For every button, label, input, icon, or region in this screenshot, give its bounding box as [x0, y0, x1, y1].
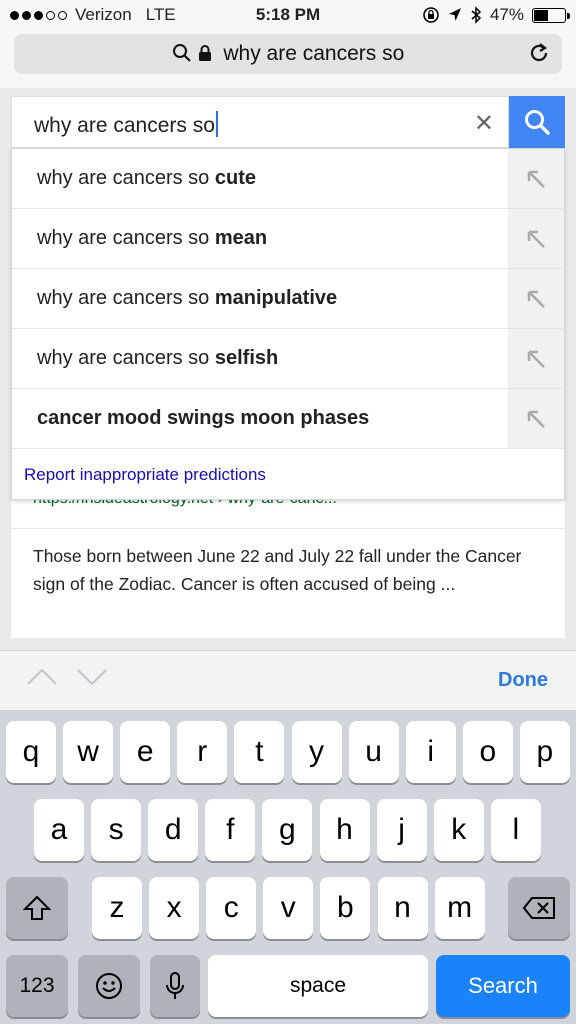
microphone-icon — [166, 972, 184, 999]
key-c[interactable]: c — [206, 877, 257, 939]
next-field-icon[interactable] — [76, 667, 108, 687]
address-bar[interactable]: why are cancers so — [14, 34, 562, 74]
key-e[interactable]: e — [120, 721, 171, 783]
key-p[interactable]: p — [519, 721, 570, 783]
lock-icon — [198, 45, 211, 61]
suggestion-item[interactable]: why are cancers so mean — [12, 209, 564, 269]
shift-key[interactable] — [6, 877, 68, 939]
key-n[interactable]: n — [377, 877, 428, 939]
suggestion-item[interactable]: why are cancers so manipulative — [12, 269, 564, 329]
key-y[interactable]: y — [291, 721, 342, 783]
suggestion-prefix: why are cancers so — [37, 287, 215, 309]
key-k[interactable]: k — [433, 799, 484, 861]
suggestion-completion: cancer mood swings moon phases — [37, 407, 370, 429]
status-bar: Verizon LTE 5:18 PM 47% — [0, 0, 576, 30]
fill-query-arrow-icon[interactable] — [508, 269, 564, 328]
suggestion-prefix: why are cancers so — [37, 347, 215, 369]
key-q[interactable]: q — [6, 721, 56, 783]
search-icon — [172, 44, 191, 62]
address-bar-text: why are cancers so — [223, 42, 405, 65]
key-r[interactable]: r — [177, 721, 228, 783]
key-i[interactable]: i — [405, 721, 456, 783]
reload-icon[interactable] — [528, 42, 550, 64]
text-cursor — [215, 111, 218, 137]
suggestions-dropdown: why are cancers so cute why are cancers … — [11, 148, 565, 500]
search-icon — [525, 110, 550, 135]
rotation-lock-icon — [423, 7, 439, 23]
emoji-icon — [96, 973, 122, 999]
key-a[interactable]: a — [34, 799, 84, 861]
suggestion-prefix: why are cancers so — [37, 167, 215, 189]
key-u[interactable]: u — [348, 721, 399, 783]
dictation-key[interactable] — [150, 955, 200, 1017]
search-button[interactable] — [509, 96, 565, 148]
backspace-icon — [522, 897, 555, 919]
previous-field-icon[interactable] — [26, 667, 58, 687]
suggestion-item[interactable]: why are cancers so selfish — [12, 329, 564, 389]
clear-icon[interactable]: ✕ — [474, 109, 494, 138]
search-input[interactable]: why are cancers so ✕ — [11, 96, 509, 148]
emoji-key[interactable] — [78, 955, 140, 1017]
result-snippet: Those born between June 22 and July 22 f… — [33, 546, 522, 594]
suggestion-completion: mean — [214, 227, 268, 249]
divider — [11, 528, 565, 529]
keyboard-accessory-bar: Done — [0, 650, 576, 710]
key-g[interactable]: g — [262, 799, 313, 861]
key-f[interactable]: f — [205, 799, 256, 861]
fill-query-arrow-icon[interactable] — [508, 149, 564, 208]
key-w[interactable]: w — [63, 721, 114, 783]
suggestion-completion: manipulative — [214, 287, 338, 309]
report-predictions-link[interactable]: Report inappropriate predictions — [24, 465, 266, 485]
fill-query-arrow-icon[interactable] — [508, 389, 564, 448]
shift-arrow-icon — [23, 895, 51, 920]
suggestion-item[interactable]: why are cancers so cute — [12, 149, 564, 209]
keyboard: qwertyuiop asdfghjkl zxcvbnm 123 space S… — [0, 710, 576, 1024]
key-s[interactable]: s — [91, 799, 142, 861]
search-result-card[interactable]: https://insideastrology.net › why-are-ca… — [11, 488, 565, 638]
key-x[interactable]: x — [149, 877, 200, 939]
delete-key[interactable] — [508, 877, 570, 939]
web-page: why are cancers so ✕ why are cancers so … — [0, 88, 576, 650]
key-j[interactable]: j — [376, 799, 427, 861]
browser-toolbar: why are cancers so — [0, 30, 576, 88]
battery-icon — [532, 7, 570, 23]
key-b[interactable]: b — [320, 877, 371, 939]
location-icon — [448, 8, 461, 21]
report-predictions-row: Report inappropriate predictions — [12, 449, 564, 499]
key-o[interactable]: o — [462, 721, 513, 783]
suggestion-item[interactable]: cancer mood swings moon phases — [12, 389, 564, 449]
key-v[interactable]: v — [263, 877, 314, 939]
key-m[interactable]: m — [434, 877, 485, 939]
suggestion-completion: selfish — [214, 347, 279, 369]
status-icons: 47% — [422, 5, 570, 25]
space-key[interactable]: space — [208, 955, 428, 1017]
search-query-text: why are cancers so — [34, 114, 215, 137]
key-h[interactable]: h — [319, 799, 370, 861]
suggestion-completion: cute — [214, 167, 256, 189]
numbers-key[interactable]: 123 — [6, 955, 68, 1017]
bluetooth-icon — [471, 6, 482, 24]
search-key[interactable]: Search — [436, 955, 570, 1017]
fill-query-arrow-icon[interactable] — [508, 329, 564, 388]
suggestion-prefix: why are cancers so — [37, 227, 215, 249]
key-l[interactable]: l — [490, 799, 541, 861]
battery-percent: 47% — [489, 5, 524, 24]
done-button[interactable]: Done — [498, 669, 548, 692]
fill-query-arrow-icon[interactable] — [508, 209, 564, 268]
key-d[interactable]: d — [148, 799, 199, 861]
key-z[interactable]: z — [92, 877, 142, 939]
key-t[interactable]: t — [234, 721, 285, 783]
